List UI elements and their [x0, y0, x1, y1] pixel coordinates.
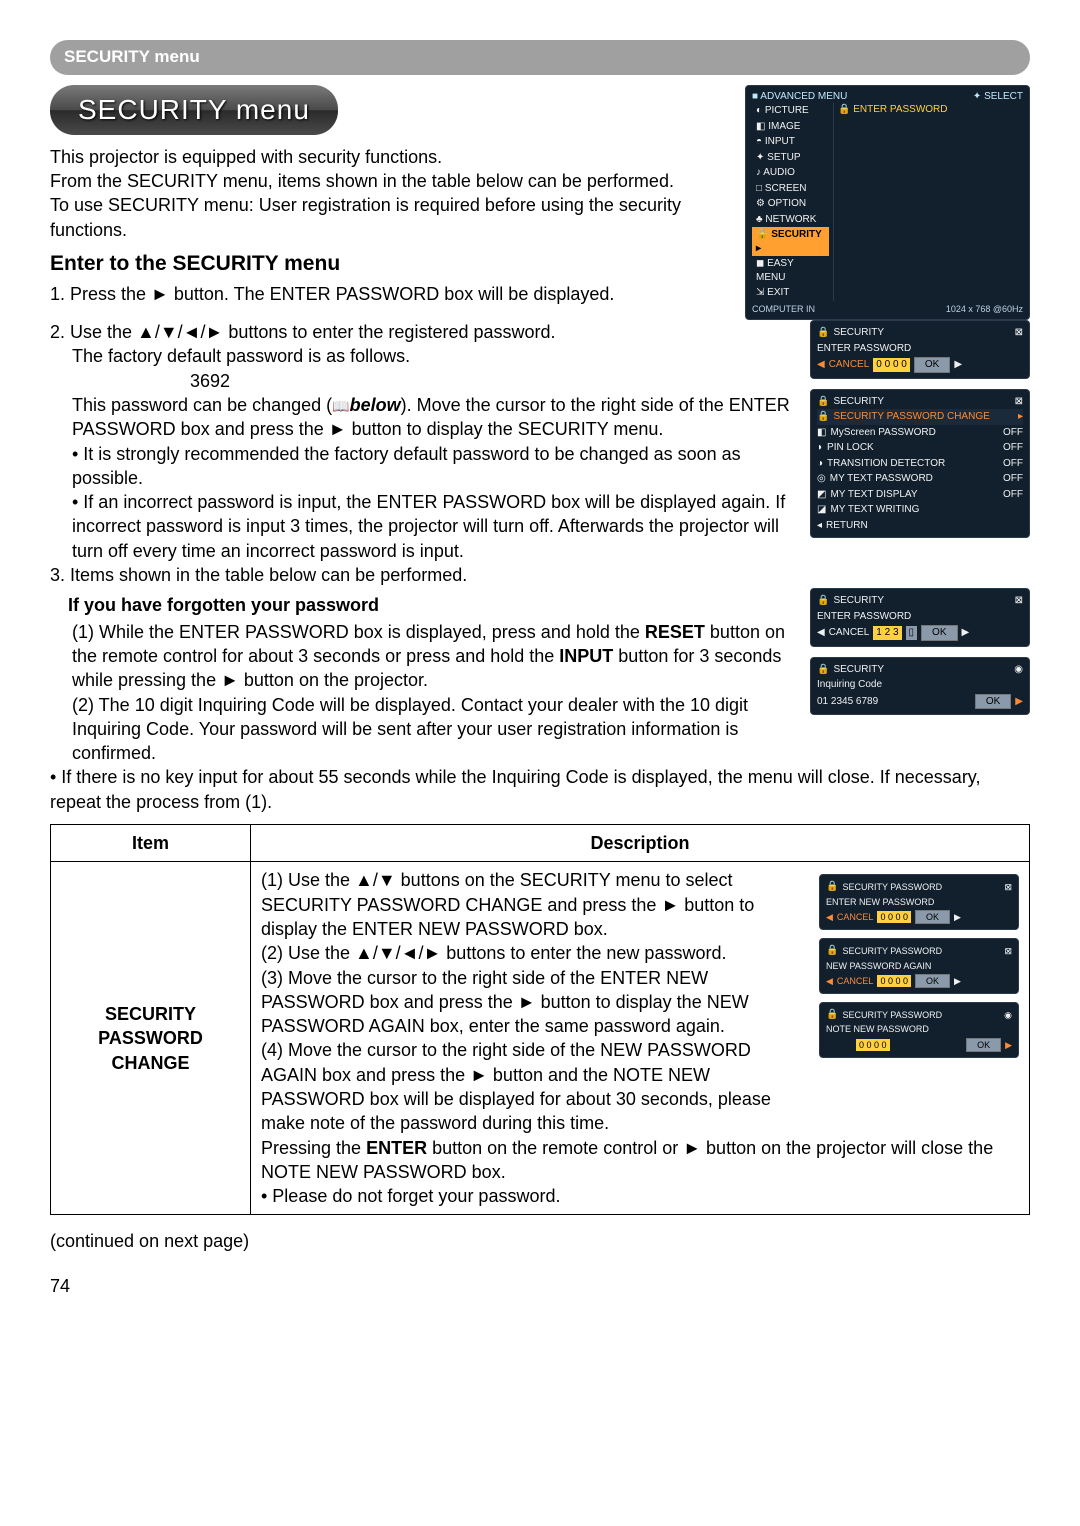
osd-item-image: IMAGE: [768, 121, 800, 132]
osd-inquiring-code: SECURITY◉ Inquiring Code 01 2345 6789 OK…: [810, 657, 1030, 716]
step3: 3. Items shown in the table below can be…: [50, 563, 792, 587]
lock-icon: [817, 395, 829, 409]
table-header-description: Description: [251, 825, 1030, 862]
osd-advanced-menu: ■ ADVANCED MENU ✦ SELECT ◐ PICTURE ◧ IMA…: [745, 85, 1030, 320]
inquiring-code-value: 01 2345 6789: [817, 695, 878, 709]
lock-icon: [817, 594, 829, 608]
lock-icon: [826, 1008, 838, 1022]
osd-security-menu: SECURITY⊠ SECURITY PASSWORD CHANGE▸ ◧ My…: [810, 389, 1030, 539]
osd-item-input: INPUT: [765, 136, 795, 147]
osd-password-digits: 0 0 0 0: [873, 358, 910, 372]
osd-enter-password-123: SECURITY⊠ ENTER PASSWORD ◀ CANCEL 1 2 3▯…: [810, 588, 1030, 647]
forgot-note: • If there is no key input for about 55 …: [50, 765, 1030, 814]
table-header-item: Item: [51, 825, 251, 862]
intro3: To use SECURITY menu: User registration …: [50, 193, 727, 242]
page-title: SECURITY menu: [50, 85, 338, 135]
book-icon: [332, 395, 349, 415]
osd-item-option: OPTION: [768, 198, 806, 209]
description-table: Item Description SECURITY PASSWORD CHANG…: [50, 824, 1030, 1215]
osd-item-easymenu: EASY MENU: [756, 258, 794, 283]
osd-select-label: SELECT: [984, 91, 1023, 102]
osd-item-security: SECURITY: [771, 229, 821, 240]
table-description: (1) Use the ▲/▼ buttons on the SECURITY …: [251, 862, 1030, 1215]
osd-ok: OK: [914, 357, 950, 373]
osd-item-exit: EXIT: [767, 287, 789, 298]
enter-heading: Enter to the SECURITY menu: [50, 250, 727, 278]
osd-enter-password: SECURITY⊠ ENTER PASSWORD ◀ CANCEL 0 0 0 …: [810, 320, 1030, 379]
intro-text: This projector is equipped with security…: [50, 145, 727, 242]
bullet1: • It is strongly recommended the factory…: [50, 442, 792, 491]
osd-new-password: SECURITY PASSWORD⊠ ENTER NEW PASSWORD ◀ …: [819, 874, 1019, 930]
osd-password-again: SECURITY PASSWORD⊠ NEW PASSWORD AGAIN ◀ …: [819, 938, 1019, 994]
step1: 1. Press the ► button. The ENTER PASSWOR…: [50, 282, 727, 306]
lock-icon: [756, 229, 768, 240]
osd-item-picture: PICTURE: [765, 105, 809, 116]
bullet2: • If an incorrect password is input, the…: [50, 490, 792, 563]
osd-item-audio: AUDIO: [763, 167, 795, 178]
osd-cancel: CANCEL: [829, 358, 870, 372]
table-item-security-password-change: SECURITY PASSWORD CHANGE: [51, 862, 251, 1215]
osd-security-password-change: SECURITY PASSWORD CHANGE: [833, 410, 989, 424]
lock-icon: [826, 944, 838, 958]
step2b-below: below: [350, 395, 401, 415]
lock-icon: [817, 326, 829, 340]
osd-foot-computer-in: COMPUTER IN: [752, 303, 815, 315]
lock-icon: [817, 410, 829, 424]
step2a: The factory default password is as follo…: [50, 344, 792, 368]
forgot2: (2) The 10 digit Inquiring Code will be …: [50, 693, 792, 766]
step2b-pre: This password can be changed (: [72, 395, 332, 415]
step2: 2. Use the ▲/▼/◄/► buttons to enter the …: [50, 320, 792, 344]
intro1: This projector is equipped with security…: [50, 145, 727, 169]
section-label: SECURITY menu: [50, 40, 1030, 75]
page-number: 74: [50, 1274, 1030, 1298]
step2b: This password can be changed (below). Mo…: [50, 393, 792, 442]
osd-note-password: SECURITY PASSWORD◉ NOTE NEW PASSWORD 0 0…: [819, 1002, 1019, 1058]
osd-foot-resolution: 1024 x 768 @60Hz: [946, 303, 1023, 315]
osd-return: RETURN: [826, 519, 868, 533]
continued-label: (continued on next page): [50, 1229, 1030, 1253]
lock-icon: [817, 663, 829, 677]
forgot-heading: If you have forgotten your password: [68, 593, 792, 617]
osd-enter-password-label: ENTER PASSWORD: [853, 104, 947, 115]
osd-item-screen: SCREEN: [765, 183, 807, 194]
forgot1: (1) While the ENTER PASSWORD box is disp…: [50, 620, 792, 693]
default-password: 3692: [50, 369, 792, 393]
osd-item-network: NETWORK: [765, 214, 816, 225]
intro2: From the SECURITY menu, items shown in t…: [50, 169, 727, 193]
lock-icon: [826, 880, 838, 894]
osd-item-setup: SETUP: [767, 152, 800, 163]
osd-advanced-title: ADVANCED MENU: [760, 91, 847, 102]
